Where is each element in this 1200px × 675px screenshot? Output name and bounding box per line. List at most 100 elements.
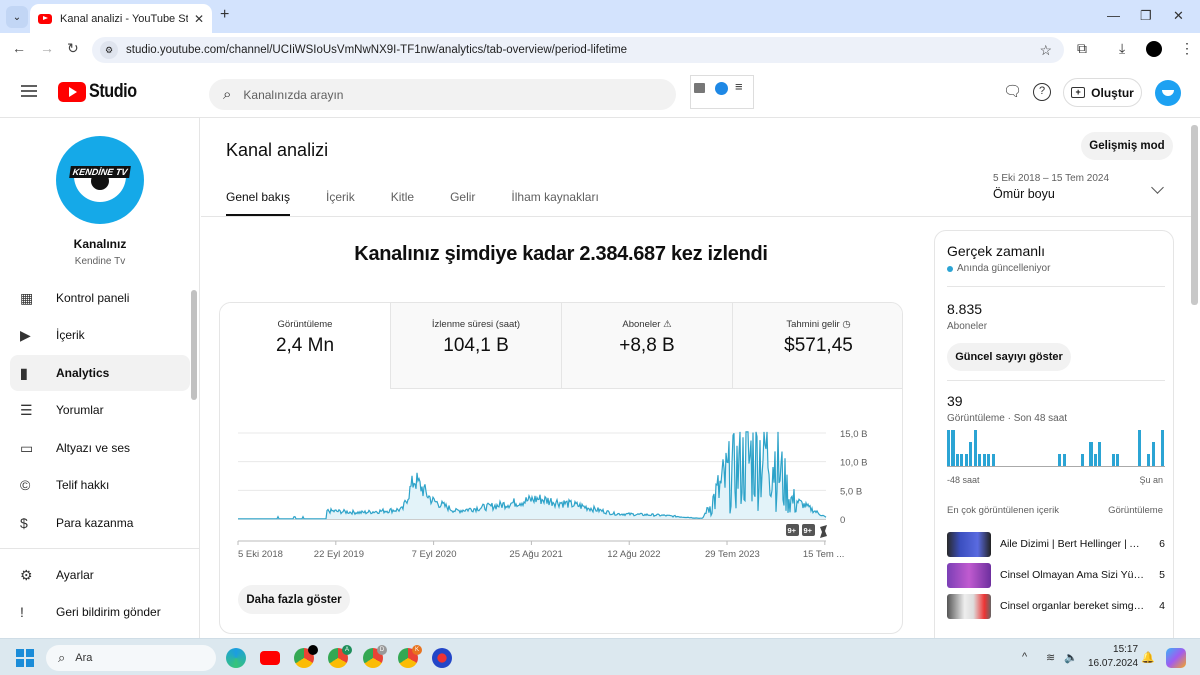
sidebar-item-dashboard[interactable]: ▦ Kontrol paneli: [10, 280, 190, 316]
bar-chart-extension-icon[interactable]: [694, 83, 705, 93]
close-tab-icon[interactable]: ✕: [194, 12, 204, 26]
windows-start-icon[interactable]: [16, 649, 34, 667]
reload-icon[interactable]: ↻: [67, 40, 79, 57]
browser-tab[interactable]: Kanal analizi - YouTube Studio ✕: [30, 4, 212, 33]
tab-content[interactable]: İçerik: [326, 190, 355, 216]
realtime-bar[interactable]: [1098, 442, 1102, 466]
realtime-bar[interactable]: [951, 430, 955, 466]
realtime-bar[interactable]: [1160, 430, 1164, 466]
copilot-icon[interactable]: [1166, 648, 1186, 668]
metric-watch-time[interactable]: İzlenme süresi (saat) 104,1 B: [391, 303, 562, 389]
address-bar[interactable]: ⚙ studio.youtube.com/channel/UCIiWSIoUsV…: [92, 37, 1064, 63]
realtime-bar[interactable]: [1138, 430, 1142, 466]
volume-icon[interactable]: 🔈: [1064, 651, 1078, 664]
sidebar-item-copyright[interactable]: © Telif hakkı: [10, 467, 190, 503]
close-window-icon[interactable]: ✕: [1173, 8, 1184, 24]
hamburger-menu-icon[interactable]: [21, 85, 37, 97]
realtime-bar[interactable]: [960, 454, 964, 466]
sidebar-item-feedback[interactable]: ! Geri bildirim gönder: [10, 594, 190, 630]
page-scrollbar[interactable]: [1191, 125, 1198, 305]
realtime-bar[interactable]: [987, 454, 991, 466]
sidebar: KENDİNE TV Kanalınız Kendine Tv ▦ Kontro…: [0, 118, 200, 638]
advanced-mode-button[interactable]: Gelişmiş mod: [1081, 132, 1173, 160]
back-icon[interactable]: ←: [12, 40, 26, 56]
wifi-icon[interactable]: ≋: [1046, 651, 1055, 664]
realtime-bar[interactable]: [1089, 442, 1093, 466]
notifications-bell-icon[interactable]: 🔔: [1141, 651, 1155, 664]
sidebar-scrollbar[interactable]: [191, 290, 197, 400]
tab-revenue[interactable]: Gelir: [450, 190, 475, 216]
metric-revenue[interactable]: Tahmini gelir ◷ $571,45: [733, 303, 902, 389]
realtime-bar[interactable]: [1080, 454, 1084, 466]
realtime-bar[interactable]: [1058, 454, 1062, 466]
play-extension-icon[interactable]: [715, 82, 728, 95]
clock-icon[interactable]: ◷: [842, 319, 850, 330]
restore-icon[interactable]: ❐: [1140, 8, 1152, 24]
system-clock[interactable]: 15:17 16.07.2024: [1088, 643, 1138, 671]
list-extension-icon[interactable]: ≡: [735, 79, 743, 94]
realtime-bar[interactable]: [991, 454, 995, 466]
realtime-bar[interactable]: [964, 454, 968, 466]
channel-search-input[interactable]: ⌕ Kanalınızda arayın: [209, 79, 676, 110]
bookmark-star-icon[interactable]: ☆: [1039, 42, 1052, 59]
help-icon[interactable]: ?: [1033, 83, 1051, 101]
forward-icon[interactable]: →: [40, 40, 54, 56]
show-hidden-icons[interactable]: ^: [1022, 651, 1027, 663]
taskbar-search[interactable]: ⌕ Ara: [46, 645, 216, 671]
sidebar-item-content[interactable]: ▶ İçerik: [10, 317, 190, 353]
realtime-views-label: Görüntüleme · Son 48 saat: [947, 413, 1068, 424]
tab-inspiration[interactable]: İlham kaynakları: [511, 190, 598, 216]
show-current-count-button[interactable]: Güncel sayıyı göster: [947, 343, 1071, 371]
download-icon[interactable]: ⤓: [1119, 40, 1125, 57]
tab-overview[interactable]: Genel bakış: [226, 190, 291, 217]
metric-subscribers[interactable]: Aboneler ⚠ +8,8 B: [562, 303, 733, 389]
realtime-bar[interactable]: [982, 454, 986, 466]
media-app-icon[interactable]: [432, 648, 452, 668]
create-button[interactable]: + Oluştur: [1063, 78, 1142, 107]
realtime-bar[interactable]: [969, 442, 973, 466]
show-more-button[interactable]: Daha fazla göster: [238, 585, 350, 614]
account-avatar[interactable]: [1155, 80, 1181, 106]
top-content-item[interactable]: Aile Dizimi | Bert Hellinger | Ai... 6: [947, 531, 1165, 557]
create-label: Oluştur: [1091, 85, 1134, 100]
sidebar-item-monetization[interactable]: $ Para kazanma: [10, 505, 190, 541]
realtime-bar[interactable]: [978, 454, 982, 466]
video-title: Cinsel Olmayan Ama Sizi Yük...: [1000, 569, 1145, 581]
realtime-bar[interactable]: [1116, 454, 1120, 466]
extensions-icon[interactable]: ⧉: [1077, 40, 1087, 57]
realtime-bar[interactable]: [1147, 454, 1151, 466]
youtube-app-icon[interactable]: [260, 651, 280, 665]
minimize-icon[interactable]: —: [1107, 8, 1120, 23]
realtime-bar[interactable]: [1062, 454, 1066, 466]
realtime-bar[interactable]: [1111, 454, 1115, 466]
menu-dots-icon[interactable]: ⋮: [1180, 40, 1194, 57]
realtime-bar[interactable]: [947, 430, 951, 466]
warning-icon[interactable]: ⚠: [663, 319, 672, 330]
sidebar-item-subtitles[interactable]: ▭ Altyazı ve ses: [10, 430, 190, 466]
y-tick-label: 10,0 B: [840, 458, 867, 469]
sidebar-item-comments[interactable]: ☰ Yorumlar: [10, 392, 190, 428]
browser-profile-avatar[interactable]: [1146, 41, 1162, 57]
top-content-item[interactable]: Cinsel organlar bereket simge... 4: [947, 593, 1165, 619]
tab-audience[interactable]: Kitle: [391, 190, 414, 216]
realtime-bar[interactable]: [1093, 454, 1097, 466]
site-info-icon[interactable]: ⚙: [100, 41, 118, 59]
period-selector[interactable]: 5 Eki 2018 – 15 Tem 2024 Ömür boyu: [993, 173, 1173, 201]
sidebar-item-analytics[interactable]: ▮ Analytics: [10, 355, 190, 391]
messages-icon[interactable]: 🗨: [1003, 82, 1022, 100]
metric-views[interactable]: Görüntüleme 2,4 Mn: [220, 303, 391, 389]
channel-avatar[interactable]: KENDİNE TV: [56, 136, 144, 224]
sidebar-item-settings[interactable]: ⚙ Ayarlar: [10, 557, 190, 593]
sidebar-item-label: Para kazanma: [56, 516, 134, 530]
realtime-bar[interactable]: [955, 454, 960, 466]
top-content-views-header: Görüntüleme: [1108, 505, 1163, 516]
top-content-item[interactable]: Cinsel Olmayan Ama Sizi Yük... 5: [947, 562, 1165, 588]
copyright-icon: ©: [20, 477, 31, 493]
edge-icon[interactable]: [226, 648, 246, 668]
realtime-bar[interactable]: [1151, 442, 1155, 466]
studio-logo[interactable]: Studio: [58, 81, 145, 103]
realtime-bar[interactable]: [973, 430, 977, 466]
new-tab-button[interactable]: +: [220, 6, 229, 24]
tab-search-button[interactable]: ⌄: [6, 6, 28, 28]
browser-toolbar: ← → ↻ ⚙ studio.youtube.com/channel/UCIiW…: [0, 33, 1200, 66]
